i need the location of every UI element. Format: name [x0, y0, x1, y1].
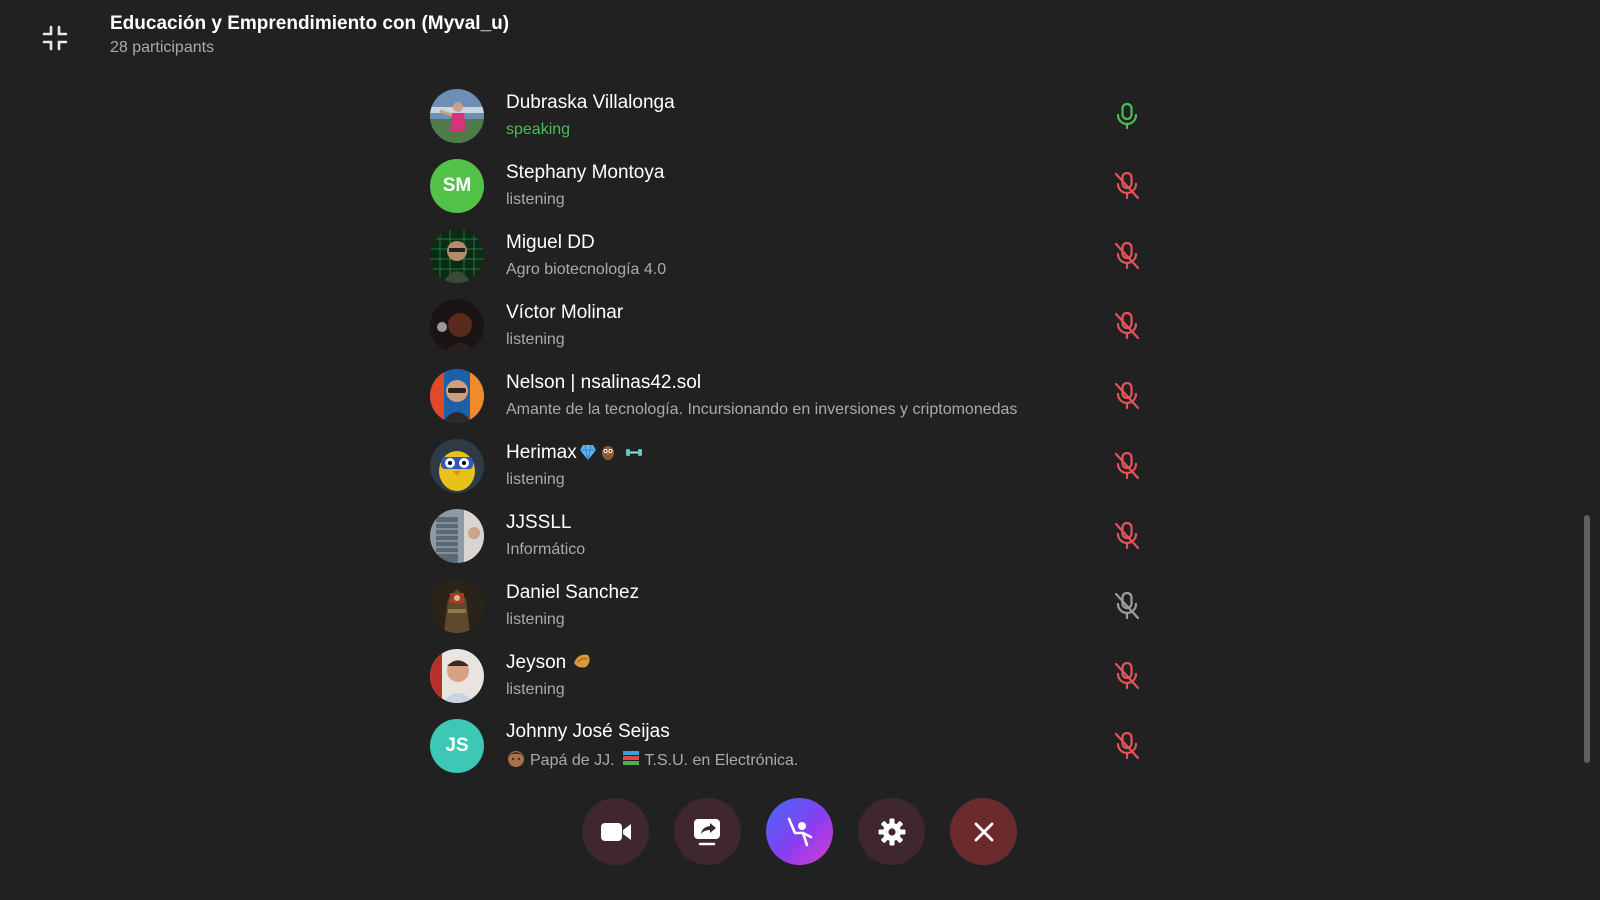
collapse-icon [42, 25, 68, 51]
avatar-initials: JS [445, 735, 469, 756]
mic-muted-icon[interactable] [1112, 241, 1142, 271]
participant-name-text: Jeyson [506, 652, 567, 673]
participant-row[interactable]: Nelson | nsalinas42.sol Amante de la tec… [430, 361, 1170, 431]
participant-status: listening [506, 331, 565, 348]
gear-icon [878, 818, 905, 845]
raise-hand-icon [787, 817, 812, 846]
participant-name: Jeyson [506, 651, 1170, 675]
scrollbar[interactable] [1584, 515, 1590, 763]
participant-name: Víctor Molinar [506, 302, 624, 323]
owl-icon [601, 446, 614, 460]
avatar [430, 649, 484, 703]
participant-status: listening [506, 681, 565, 698]
participants-list: Dubraska Villalonga speaking SM Stephany… [430, 81, 1170, 781]
video-camera-icon [600, 822, 631, 841]
status-text-part2: T.S.U. en Electrónica. [644, 752, 799, 769]
mic-muted-icon[interactable] [1112, 731, 1142, 761]
mic-icon[interactable] [1112, 101, 1142, 131]
participant-row[interactable]: JS Johnny José Seijas Papá de JJ. T.S.U. … [430, 711, 1170, 781]
avatar: JS [430, 719, 484, 773]
participant-row[interactable]: SM Stephany Montoya listening [430, 151, 1170, 221]
close-icon [974, 822, 993, 841]
gem-icon [579, 444, 596, 461]
avatar-initials: SM [442, 175, 472, 196]
participant-status: Amante de la tecnología. Incursionando e… [506, 401, 1018, 418]
participant-status: listening [506, 471, 565, 488]
mic-muted-icon[interactable] [1112, 381, 1142, 411]
mic-muted-icon[interactable] [1112, 451, 1142, 481]
participant-status: speaking [506, 121, 571, 138]
participant-name: Nelson | nsalinas42.sol [506, 372, 702, 393]
mic-muted-icon[interactable] [1112, 311, 1142, 341]
avatar [430, 579, 484, 633]
participant-row[interactable]: JJSSLL Informático [430, 501, 1170, 571]
avatar [430, 229, 484, 283]
call-controls [582, 798, 1017, 865]
participant-row[interactable]: Herimax listening [430, 431, 1170, 501]
books-icon [622, 751, 639, 765]
participant-row[interactable]: Dubraska Villalonga speaking [430, 81, 1170, 151]
settings-button[interactable] [858, 798, 925, 865]
voice-chat-window: Educación y Emprendimiento con (Myval_u)… [0, 0, 1600, 900]
participant-status: Agro biotecnología 4.0 [506, 261, 667, 278]
screen-share-icon [693, 818, 720, 845]
status-text-part1: Papá de [530, 752, 595, 769]
raise-hand-button[interactable] [766, 798, 833, 865]
video-button[interactable] [582, 798, 649, 865]
participant-row[interactable]: Daniel Sanchez listening [430, 571, 1170, 641]
dumbbell-icon [625, 449, 642, 456]
participant-status: listening [506, 611, 565, 628]
participant-row[interactable]: Jeyson listening [430, 641, 1170, 711]
mic-muted-icon[interactable] [1112, 521, 1142, 551]
status-text-mid: JJ. [594, 752, 615, 769]
fortune-cookie-icon [574, 654, 590, 668]
participants-count: 28 participants [110, 39, 215, 56]
avatar [430, 299, 484, 353]
participant-name: Miguel DD [506, 232, 595, 253]
participant-name: Stephany Montoya [506, 162, 665, 183]
leave-call-button[interactable] [950, 798, 1017, 865]
mic-muted-icon[interactable] [1112, 661, 1142, 691]
participant-name: Daniel Sanchez [506, 582, 640, 603]
participant-row[interactable]: Víctor Molinar listening [430, 291, 1170, 361]
avatar [430, 89, 484, 143]
mic-muted-icon[interactable] [1112, 591, 1142, 621]
screen-share-button[interactable] [674, 798, 741, 865]
exit-fullscreen-button[interactable] [37, 20, 73, 56]
call-title: Educación y Emprendimiento con (Myval_u) [110, 13, 510, 34]
participant-name: Herimax [506, 441, 1170, 465]
participant-name-text: Herimax [506, 442, 577, 463]
scrollbar-thumb[interactable] [1584, 515, 1590, 763]
avatar: SM [430, 159, 484, 213]
participant-name: Johnny José Seijas [506, 721, 670, 742]
participant-name: Dubraska Villalonga [506, 92, 675, 113]
boy-icon [508, 751, 524, 767]
avatar [430, 369, 484, 423]
participant-status: listening [506, 191, 565, 208]
participant-row[interactable]: Miguel DD Agro biotecnología 4.0 [430, 221, 1170, 291]
mic-muted-icon[interactable] [1112, 171, 1142, 201]
participant-name: JJSSLL [506, 512, 572, 533]
participant-status: Papá de JJ. T.S.U. en Electrónica. [506, 748, 1170, 772]
avatar [430, 509, 484, 563]
call-header: Educación y Emprendimiento con (Myval_u)… [110, 12, 509, 59]
avatar [430, 439, 484, 493]
participant-status: Informático [506, 541, 586, 558]
